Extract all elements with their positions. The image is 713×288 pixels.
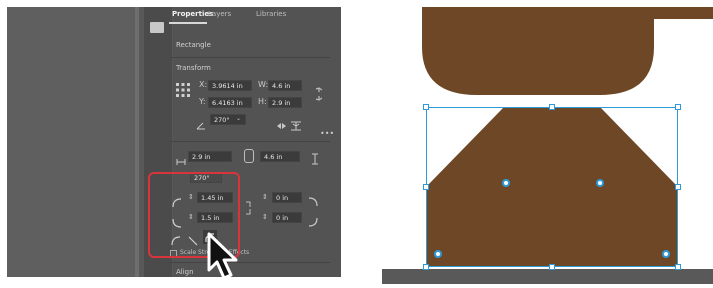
- tab-active-indicator: [169, 22, 207, 24]
- corner-top-right-field[interactable]: 0 in: [272, 192, 302, 203]
- corner-bottom-right-icon: [308, 212, 318, 227]
- mouse-cursor-icon: [206, 232, 246, 284]
- y-field[interactable]: 6.4163 in: [208, 97, 252, 108]
- handle-middle-right[interactable]: [675, 184, 681, 190]
- canvas-edge: [135, 7, 139, 277]
- height-icon: [312, 150, 318, 165]
- stepper-icon[interactable]: ⇕: [262, 192, 268, 202]
- canvas-area: [7, 7, 137, 277]
- handle-top-right[interactable]: [675, 104, 681, 110]
- angle-icon: [196, 115, 206, 130]
- corner-widget[interactable]: [662, 250, 670, 258]
- rect-width-field[interactable]: 2.9 in: [188, 151, 232, 162]
- stepper-icon[interactable]: ⇕: [262, 212, 268, 222]
- artboard: [382, 7, 713, 284]
- corner-top-right-icon: [308, 192, 318, 207]
- transform-heading: Transform: [176, 64, 211, 72]
- canvas-bottom-band: [382, 269, 713, 284]
- handle-bottom-center[interactable]: [549, 264, 555, 270]
- flip-icons[interactable]: [276, 116, 302, 131]
- top-shape: [422, 7, 713, 95]
- x-field[interactable]: 3.9614 in: [208, 80, 252, 91]
- handle-bottom-left[interactable]: [423, 264, 429, 270]
- handle-top-center[interactable]: [549, 104, 555, 110]
- handle-bottom-right[interactable]: [675, 264, 681, 270]
- handle-top-left[interactable]: [423, 104, 429, 110]
- align-heading: Align: [176, 268, 194, 276]
- constrain-proportions-icon[interactable]: [314, 86, 324, 101]
- link-corners-icon[interactable]: [244, 200, 252, 215]
- y-label: Y:: [199, 97, 206, 106]
- divider: [170, 262, 330, 263]
- reference-point-icon[interactable]: [176, 82, 190, 97]
- comments-icon[interactable]: [150, 22, 164, 33]
- divider: [170, 141, 330, 142]
- object-type-label: Rectangle: [176, 41, 211, 49]
- tab-layers[interactable]: Layers: [208, 10, 231, 18]
- divider: [170, 57, 330, 58]
- corner-widget[interactable]: [502, 179, 510, 187]
- ellipsis-icon[interactable]: •••: [320, 129, 334, 139]
- tab-libraries[interactable]: Libraries: [256, 10, 286, 18]
- corner-widget[interactable]: [434, 250, 442, 258]
- h-field[interactable]: 2.9 in: [268, 97, 302, 108]
- x-label: X:: [199, 80, 208, 89]
- corner-bottom-right-field[interactable]: 0 in: [272, 212, 302, 223]
- h-label: H:: [258, 97, 267, 106]
- w-label: W:: [258, 80, 269, 89]
- w-field[interactable]: 4.6 in: [268, 80, 302, 91]
- width-icon: [176, 152, 186, 165]
- corner-widget[interactable]: [596, 179, 604, 187]
- rect-height-field[interactable]: 4.6 in: [260, 151, 300, 162]
- angle-dropdown-icon[interactable]: ⌄: [236, 114, 241, 124]
- selection-bounding-box[interactable]: [426, 107, 678, 267]
- link-icon[interactable]: [244, 149, 254, 163]
- handle-middle-left[interactable]: [423, 184, 429, 190]
